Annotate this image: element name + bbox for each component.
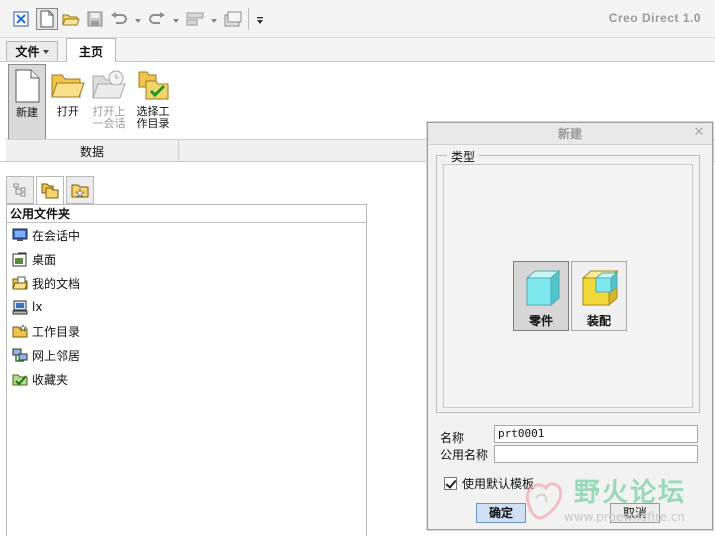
group-separator <box>178 140 179 162</box>
favorites-folder-icon <box>71 184 89 198</box>
model-tree-icon <box>13 183 26 197</box>
working-directory-icon <box>11 323 29 339</box>
open-icon[interactable] <box>60 8 82 30</box>
folder-item-favorites[interactable]: 收藏夹 <box>7 367 366 391</box>
new-button-label: 新建 <box>16 106 38 119</box>
navigator-header: 公用文件夹 <box>7 205 366 223</box>
undo-dropdown-icon[interactable] <box>134 14 142 23</box>
folder-item-in-session[interactable]: 在会话中 <box>7 223 366 247</box>
ribbon-tabs: 文件 主页 <box>0 38 715 63</box>
network-icon <box>11 347 29 363</box>
folder-item-label: 网上邻居 <box>32 348 81 363</box>
desktop-icon <box>11 251 29 267</box>
redo-icon[interactable] <box>146 8 168 30</box>
watermark-url: www.proewildfire.cn <box>564 510 685 524</box>
quick-access-toolbar: Creo Direct 1.0 <box>0 0 715 38</box>
watermark-logo-icon <box>525 482 563 520</box>
common-name-input[interactable] <box>494 445 698 463</box>
open-last-session-label: 打开上 一会话 <box>92 105 126 130</box>
open-last-session-icon <box>92 68 126 102</box>
folder-item-label: 桌面 <box>32 252 57 267</box>
type-part-button[interactable]: 零件 <box>513 261 569 331</box>
tab-home-label: 主页 <box>78 44 103 59</box>
my-documents-icon <box>11 275 29 291</box>
part-cube-icon <box>525 269 561 307</box>
windows-icon[interactable] <box>222 8 244 30</box>
new-document-icon <box>10 69 44 103</box>
tab-file[interactable]: 文件 <box>6 41 58 61</box>
regenerate-dropdown-icon[interactable] <box>210 14 218 23</box>
folder-navigator: 公用文件夹 在会话中 桌面 我的文档 lx 工作目录 网上邻居 收藏夹 <box>6 204 367 536</box>
new-button[interactable]: 新建 <box>8 64 46 140</box>
in-session-icon <box>11 227 29 243</box>
assembly-icon <box>581 269 619 307</box>
folder-item-lx[interactable]: lx <box>7 295 366 319</box>
tab-model-tree[interactable] <box>6 176 34 204</box>
name-label: 名称 <box>440 430 465 445</box>
common-name-row: 公用名称 <box>440 445 496 463</box>
type-assembly-button[interactable]: 装配 <box>571 261 627 331</box>
save-icon[interactable] <box>84 8 106 30</box>
type-part-label: 零件 <box>528 314 553 328</box>
undo-icon[interactable] <box>108 8 130 30</box>
tab-favorites[interactable] <box>66 176 94 204</box>
folder-item-desktop[interactable]: 桌面 <box>7 247 366 271</box>
dialog-title: 新建 <box>428 123 712 145</box>
group-label-data: 数据 <box>79 145 104 159</box>
close-window-icon[interactable] <box>10 8 32 30</box>
name-input[interactable]: prt0001 <box>494 425 698 443</box>
folder-item-label: lx <box>32 300 43 314</box>
open-last-session-button[interactable]: 打开上 一会话 <box>88 64 130 140</box>
common-name-label: 公用名称 <box>440 447 489 462</box>
watermark-text: 野火论坛 <box>574 478 687 508</box>
type-legend: 类型 <box>447 148 480 165</box>
name-row: 名称 <box>440 428 496 446</box>
redo-dropdown-icon[interactable] <box>172 14 180 23</box>
folder-item-label: 工作目录 <box>32 324 81 339</box>
favorites-icon <box>11 371 29 387</box>
folder-item-label: 我的文档 <box>32 276 81 291</box>
folder-list: 在会话中 桌面 我的文档 lx 工作目录 网上邻居 收藏夹 <box>7 223 366 391</box>
folder-item-label: 在会话中 <box>32 228 81 243</box>
new-icon[interactable] <box>36 8 58 30</box>
close-icon[interactable]: ✕ <box>692 126 706 140</box>
computer-icon <box>11 299 29 315</box>
folder-item-network[interactable]: 网上邻居 <box>7 343 366 367</box>
type-assembly-label: 装配 <box>586 314 611 328</box>
tab-home[interactable]: 主页 <box>66 38 116 63</box>
chevron-down-icon <box>42 49 49 54</box>
regenerate-icon[interactable] <box>184 8 206 30</box>
watermark: 野火论坛 www.proewildfire.cn <box>520 466 715 536</box>
tab-file-label: 文件 <box>15 45 40 59</box>
folder-item-label: 收藏夹 <box>32 372 69 387</box>
folder-item-my-documents[interactable]: 我的文档 <box>7 271 366 295</box>
folder-item-working-directory[interactable]: 工作目录 <box>7 319 366 343</box>
folder-browser-icon <box>41 183 59 198</box>
more-icon[interactable] <box>256 14 264 24</box>
select-working-directory-button[interactable]: 选择工 作目录 <box>132 64 174 140</box>
app-title: Creo Direct 1.0 <box>608 11 701 25</box>
open-button[interactable]: 打开 <box>50 64 86 140</box>
tab-folder-browser[interactable] <box>36 176 64 205</box>
type-group: 类型 零件 装配 <box>436 148 700 413</box>
select-working-directory-label: 选择工 作目录 <box>136 105 170 130</box>
toolbar-separator <box>248 8 249 30</box>
open-button-label: 打开 <box>57 105 79 118</box>
use-default-template-checkbox[interactable] <box>444 476 457 490</box>
ok-button[interactable]: 确定 <box>476 503 526 523</box>
type-options: 零件 装配 <box>443 164 693 408</box>
open-folder-icon <box>51 68 85 102</box>
working-directory-folder-icon <box>136 68 170 102</box>
